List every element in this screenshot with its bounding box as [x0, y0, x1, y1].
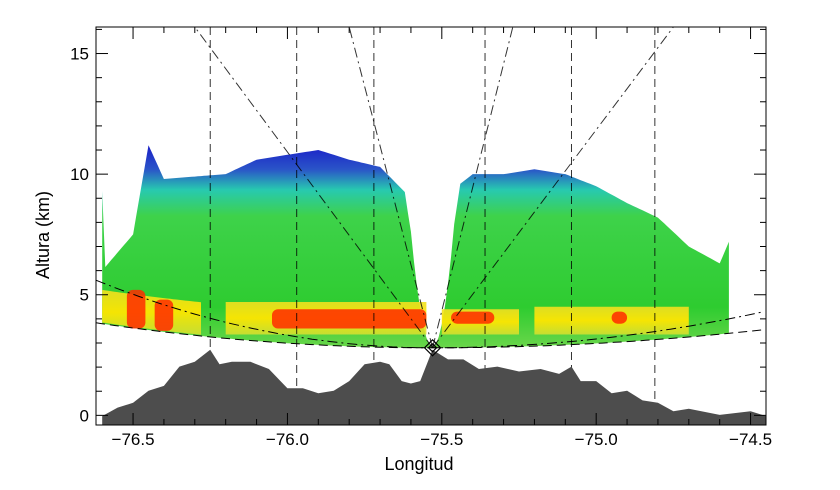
bright-band-4	[534, 306, 689, 335]
x-axis-title: Longitud	[384, 454, 453, 474]
strong-echo-3	[271, 309, 427, 329]
radar-cross-section-chart: −76.5 −76.0 −75.5 −75.0 −74.5 0 5 10 15 Longitu…	[33, 26, 772, 474]
terrain-profile	[102, 338, 766, 425]
strong-echo-4	[451, 311, 495, 324]
y-tick-label: 10	[70, 165, 89, 184]
x-tick-label: −74.5	[729, 430, 772, 449]
x-tick-label: −75.5	[420, 430, 463, 449]
reflectivity-field	[102, 145, 729, 348]
x-tick-label: −75.0	[575, 430, 618, 449]
y-tick-label: 5	[80, 286, 89, 305]
terrain-area	[102, 349, 766, 425]
y-tick-label: 15	[70, 45, 89, 64]
x-tick-label: −76.5	[112, 430, 155, 449]
strong-echo-2	[154, 299, 174, 331]
y-tick-label: 0	[80, 406, 89, 425]
x-tick-label: −76.0	[266, 430, 309, 449]
y-axis-title: Altura (km)	[33, 191, 53, 279]
strong-echo-5	[611, 311, 628, 324]
